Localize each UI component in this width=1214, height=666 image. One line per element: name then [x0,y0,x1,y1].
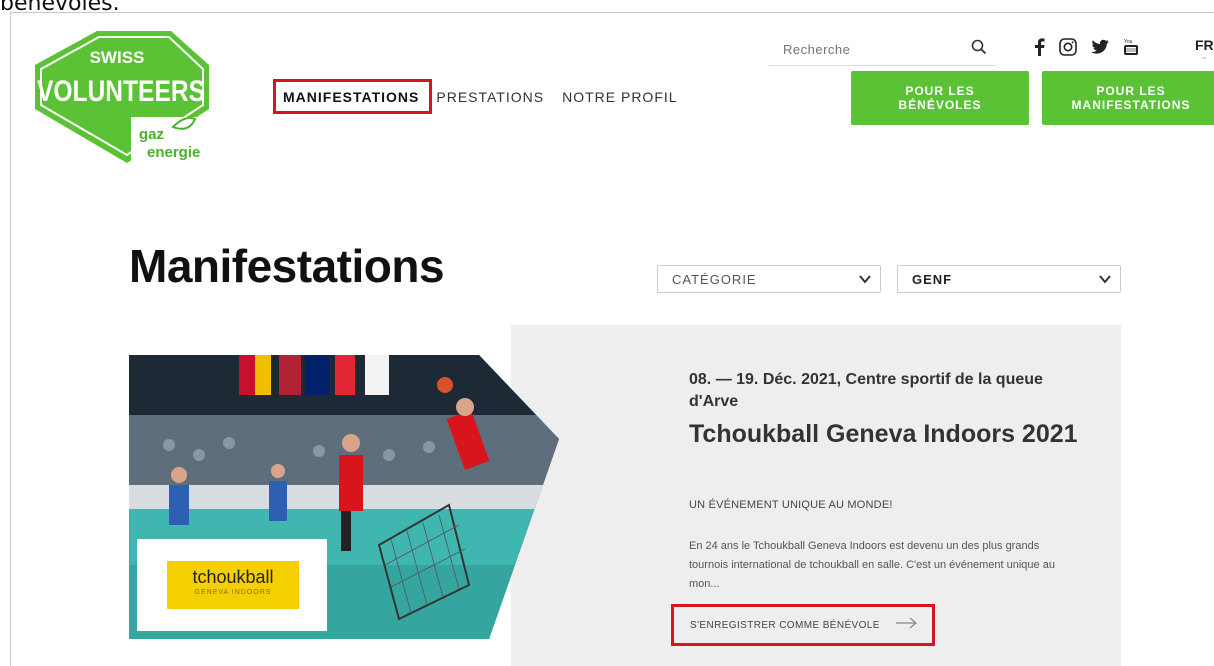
language-label: FR [1195,37,1214,53]
event-subtitle: UN ÉVÉNEMENT UNIQUE AU MONDE! [689,499,893,511]
nav-prestations[interactable]: PRESTATIONS [436,89,544,105]
category-select-value: CATÉGORIE [672,271,757,287]
location-select[interactable]: GENF [897,265,1121,293]
category-select[interactable]: CATÉGORIE [657,265,881,293]
logo-gaz: gaz [139,126,164,143]
badge-sub-text: GENEVA INDOORS [194,589,272,596]
main-nav: MANIFESTATIONS PRESTATIONS NOTRE PROFIL [273,79,678,114]
logo-energie: energie [147,144,200,161]
youtube-icon[interactable]: You [1123,37,1139,62]
badge-main-text: tchoukball [192,567,274,587]
register-volunteer-button[interactable]: S'ENREGISTRER COMME BÉNÉVOLE [671,604,935,646]
social-links: You [1033,37,1153,62]
volunteers-button[interactable]: POUR LES BÉNÉVOLES [851,71,1029,125]
language-selector[interactable]: FR ⌄ [1195,37,1214,61]
logo-swiss: SWISS [90,48,145,67]
volunteers-button-label: POUR LES BÉNÉVOLES [898,84,982,112]
event-badge: tchoukball GENEVA INDOORS [137,539,327,631]
chevron-down-icon: ⌄ [1200,52,1208,61]
register-volunteer-label: S'ENREGISTRER COMME BÉNÉVOLE [690,619,880,631]
twitter-icon[interactable] [1091,39,1109,60]
event-description: En 24 ans le Tchoukball Geneva Indoors e… [689,540,1055,590]
events-button[interactable]: POUR LES MANIFESTATIONS [1042,71,1214,125]
search-input[interactable] [769,35,965,63]
instagram-icon[interactable] [1059,38,1077,61]
site-logo[interactable]: SWISS VOLUNTEERS gaz energie [31,31,211,171]
location-select-value: GENF [912,271,953,287]
facebook-icon[interactable] [1033,38,1045,61]
chevron-down-icon [1098,272,1112,289]
chevron-down-icon [858,272,872,289]
events-button-label: POUR LES MANIFESTATIONS [1071,84,1191,112]
nav-notre-profil[interactable]: NOTRE PROFIL [562,89,677,105]
page-title: Manifestations [129,240,445,292]
search-bar [769,35,997,66]
arrow-right-icon [896,617,918,632]
browser-frame: SWISS VOLUNTEERS gaz energie MANIFESTATI… [10,12,1214,666]
event-date: 08. — 19. Déc. 2021, Centre sportif de l… [689,371,1043,410]
search-icon[interactable] [971,39,987,60]
svg-text:You: You [1124,39,1133,45]
nav-manifestations[interactable]: MANIFESTATIONS [273,79,433,114]
logo-volunteers: VOLUNTEERS [37,75,205,108]
event-title[interactable]: Tchoukball Geneva Indoors 2021 [689,417,1089,452]
